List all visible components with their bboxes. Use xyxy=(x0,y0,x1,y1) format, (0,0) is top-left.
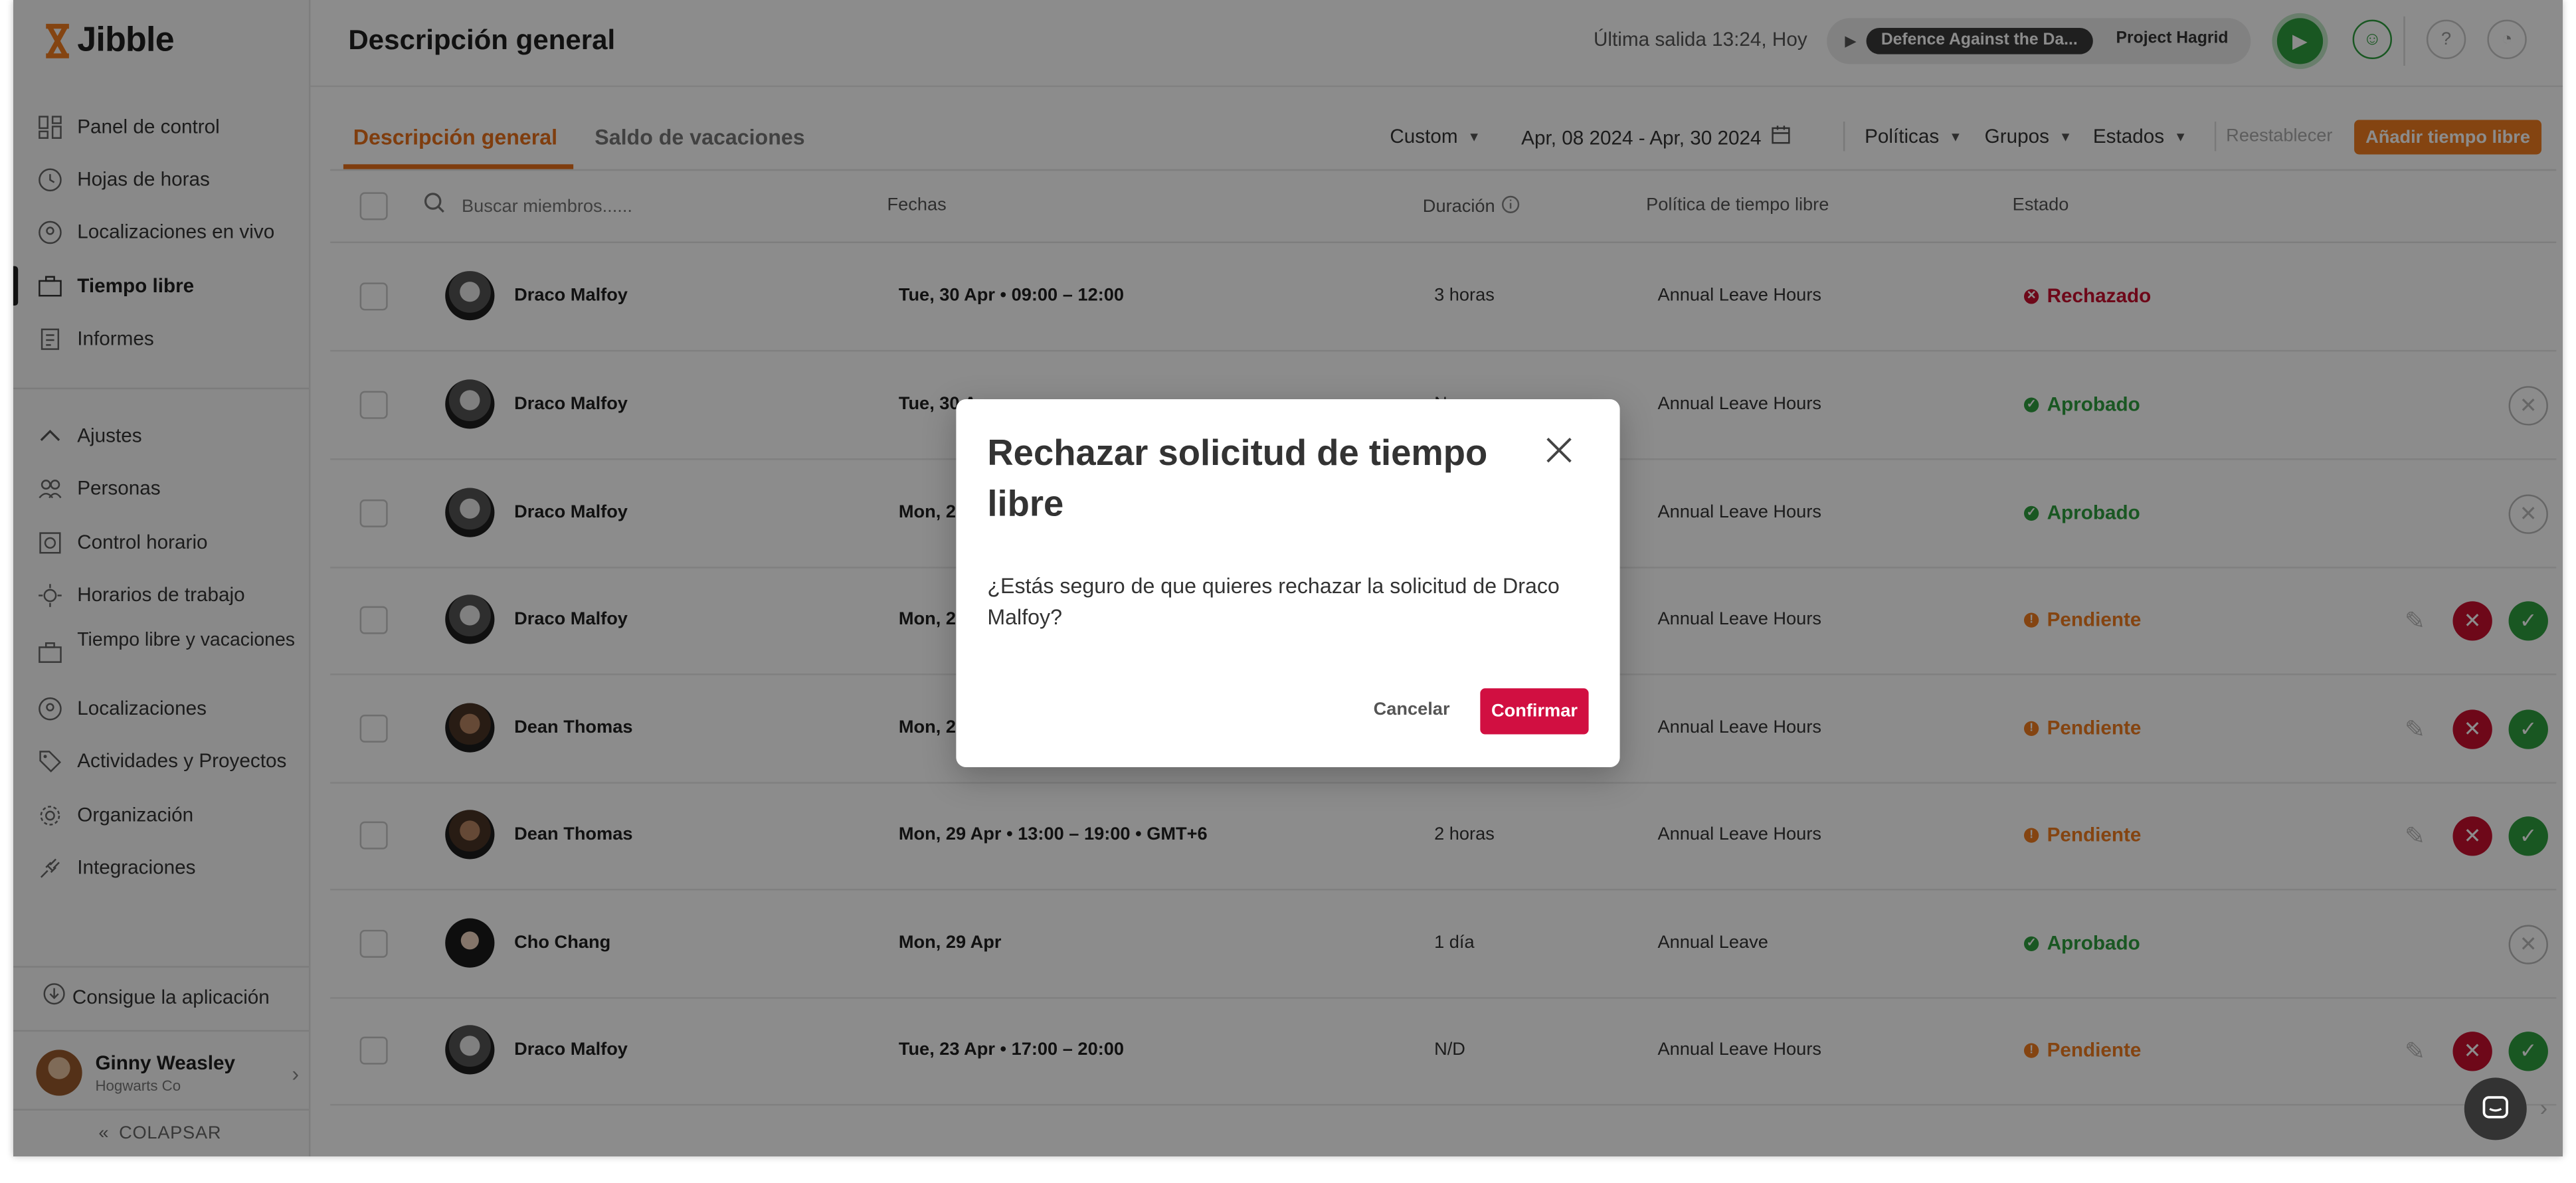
chat-support-button[interactable] xyxy=(2464,1077,2527,1140)
cancel-button[interactable]: Cancelar xyxy=(1374,700,1450,720)
close-icon[interactable] xyxy=(1541,432,1577,468)
dialog-title: Rechazar solicitud de tiempo libre xyxy=(987,432,1488,524)
dialog-message: ¿Estás seguro de que quieres rechazar la… xyxy=(987,573,1560,630)
confirm-button[interactable]: Confirmar xyxy=(1480,688,1589,735)
reject-confirmation-dialog: Rechazar solicitud de tiempo libre ¿Está… xyxy=(956,399,1620,767)
chat-icon xyxy=(2482,1096,2508,1119)
app-window: Jibble Panel de control Hojas de horas L… xyxy=(13,0,2563,1157)
chevron-right-icon[interactable]: › xyxy=(2540,1094,2548,1121)
